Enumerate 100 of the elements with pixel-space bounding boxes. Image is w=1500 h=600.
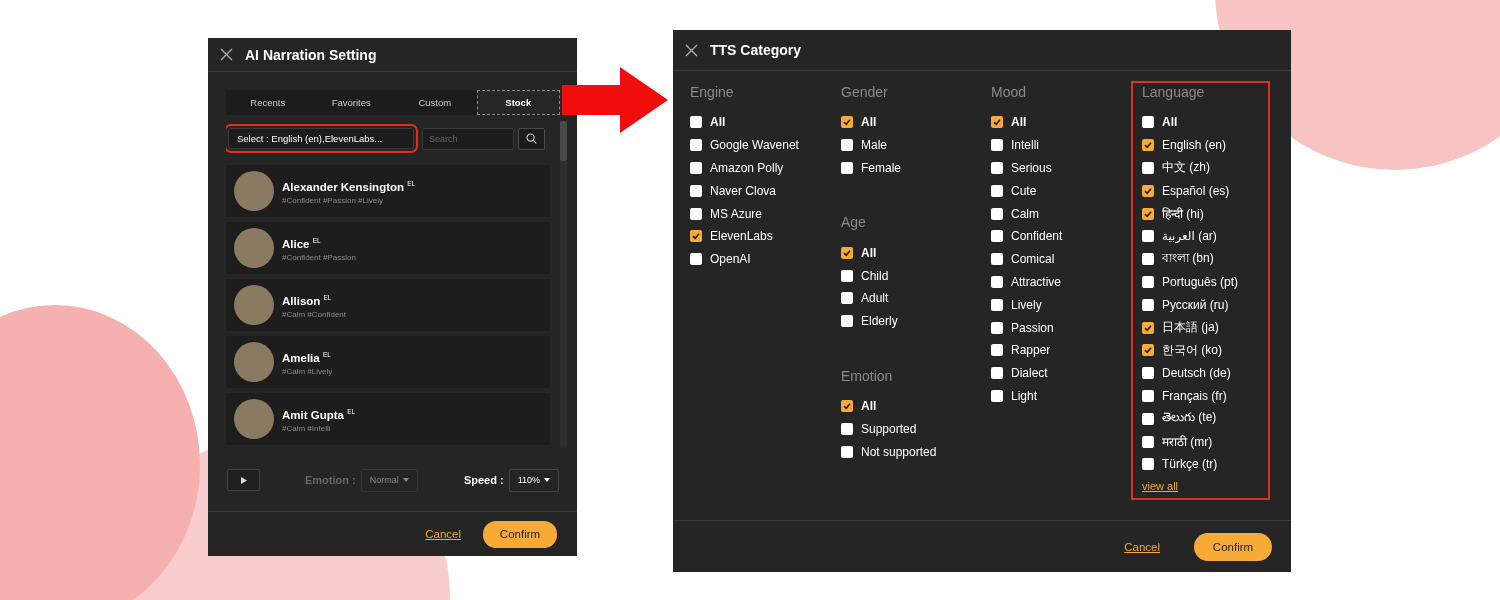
scrollbar[interactable]: [560, 121, 567, 448]
speed-dropdown[interactable]: 110%: [508, 468, 559, 492]
checkbox[interactable]: [1142, 298, 1154, 311]
checkbox[interactable]: [841, 269, 853, 282]
checkbox[interactable]: [690, 162, 702, 174]
tab[interactable]: Favorites: [309, 90, 393, 115]
option-label: Dialect: [1011, 366, 1048, 381]
confirm-button[interactable]: Confirm: [483, 520, 557, 548]
option-label: Elderly: [861, 314, 898, 329]
checkbox[interactable]: [1142, 435, 1154, 448]
checkbox[interactable]: [991, 184, 1003, 197]
checkbox[interactable]: [690, 184, 702, 197]
view-all-link[interactable]: view all: [1142, 479, 1179, 492]
voice-name: Allison $^{EL}$: [282, 293, 333, 308]
checkbox[interactable]: [991, 321, 1003, 334]
option-label: Русский (ru): [1162, 297, 1229, 312]
avatar: [234, 171, 274, 211]
close-icon[interactable]: [685, 43, 698, 57]
checkbox[interactable]: [841, 399, 853, 412]
option-label: Rapper: [1011, 343, 1051, 358]
checkbox[interactable]: [841, 116, 853, 129]
checkbox[interactable]: [1142, 412, 1154, 425]
option-label: Português (pt): [1162, 274, 1239, 289]
checkbox[interactable]: [690, 253, 702, 266]
checkbox[interactable]: [690, 207, 702, 220]
checkbox[interactable]: [991, 230, 1003, 243]
option-label: Google Wavenet: [710, 138, 799, 153]
checkbox[interactable]: [1142, 458, 1154, 471]
checkbox[interactable]: [1142, 139, 1154, 152]
emotion-label: Emotion :: [305, 474, 356, 486]
checkbox[interactable]: [991, 275, 1003, 288]
checkbox[interactable]: [841, 445, 853, 458]
tab[interactable]: Recents: [226, 90, 310, 115]
checkbox[interactable]: [991, 367, 1003, 380]
checkbox[interactable]: [841, 292, 853, 305]
cancel-link[interactable]: Cancel: [425, 528, 461, 540]
option-label: Male: [861, 138, 887, 153]
option-label: Cute: [1011, 183, 1037, 198]
option-label: Intelli: [1011, 138, 1039, 153]
option-label: All: [710, 115, 726, 130]
avatar: [234, 285, 274, 325]
option-label: All: [861, 115, 877, 130]
option-label: Female: [861, 161, 901, 175]
voice-name: Alice $^{EL}$: [282, 236, 322, 251]
checkbox[interactable]: [1142, 162, 1154, 174]
checkbox[interactable]: [991, 162, 1003, 174]
option-label: 日本語 (ja): [1162, 319, 1219, 337]
checkbox[interactable]: [1142, 253, 1154, 266]
checkbox[interactable]: [1142, 184, 1154, 197]
option-label: Light: [1011, 388, 1038, 403]
voice-tags: #Confident #Passion: [282, 252, 356, 262]
checkbox[interactable]: [1142, 116, 1154, 129]
play-icon: [240, 476, 247, 484]
checkbox[interactable]: [690, 116, 702, 129]
search-field[interactable]: Search: [422, 127, 514, 150]
checkbox[interactable]: [1142, 207, 1154, 220]
option-label: Español (es): [1162, 183, 1230, 198]
checkbox[interactable]: [841, 422, 853, 435]
checkbox[interactable]: [690, 230, 702, 243]
option-label: English (en): [1162, 138, 1227, 153]
voice-tags: #Calm #Lively: [282, 366, 333, 376]
option-label: MS Azure: [710, 206, 763, 221]
checkbox[interactable]: [991, 207, 1003, 220]
tab[interactable]: Custom: [393, 90, 477, 115]
checkbox[interactable]: [1142, 344, 1154, 357]
option-label: বাংলা (bn): [1162, 250, 1214, 268]
checkbox[interactable]: [841, 315, 853, 328]
voice-card[interactable]: Amit Gupta $^{EL}$ #Calm #Intelli: [226, 393, 550, 445]
avatar: [234, 228, 274, 268]
option-label: Attractive: [1011, 274, 1061, 289]
voice-card[interactable]: Amelia $^{EL}$ #Calm #Lively: [226, 336, 550, 388]
confirm-button[interactable]: Confirm: [1194, 532, 1272, 561]
checkbox[interactable]: [991, 253, 1003, 266]
play-button[interactable]: [227, 469, 260, 491]
option-label: All: [1011, 115, 1027, 130]
close-icon[interactable]: [220, 48, 233, 61]
checkbox[interactable]: [1142, 321, 1154, 334]
voice-name: Amit Gupta $^{EL}$: [282, 407, 356, 422]
group-heading: Engine: [690, 84, 734, 102]
search-button[interactable]: [518, 127, 545, 150]
option-label: العربية (ar): [1162, 229, 1217, 244]
checkbox[interactable]: [1142, 367, 1154, 380]
checkbox[interactable]: [991, 344, 1003, 357]
checkbox[interactable]: [991, 139, 1003, 152]
voice-card[interactable]: Allison $^{EL}$ #Calm #Confident: [226, 279, 550, 331]
option-label: Lively: [1011, 297, 1042, 312]
checkbox[interactable]: [991, 116, 1003, 129]
cancel-link[interactable]: Cancel: [1124, 540, 1160, 553]
checkbox[interactable]: [1142, 230, 1154, 243]
tab[interactable]: Stock: [476, 90, 560, 115]
voice-card[interactable]: Alexander Kensington $^{EL}$ #Confident #Passion #Lively: [226, 165, 550, 217]
checkbox[interactable]: [1142, 389, 1154, 402]
checkbox[interactable]: [841, 139, 853, 152]
voice-card[interactable]: Alice $^{EL}$ #Confident #Passion: [226, 222, 550, 274]
checkbox[interactable]: [841, 162, 853, 174]
checkbox[interactable]: [991, 389, 1003, 402]
checkbox[interactable]: [1142, 275, 1154, 288]
checkbox[interactable]: [690, 139, 702, 152]
checkbox[interactable]: [991, 298, 1003, 311]
checkbox[interactable]: [841, 246, 853, 259]
